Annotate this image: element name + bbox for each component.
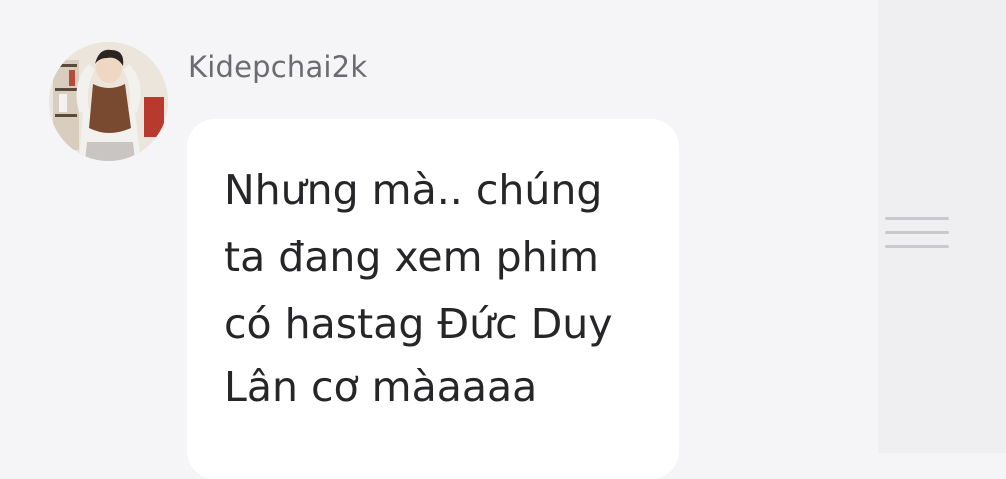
message-text-line: Nhưng mà.. chúng <box>224 166 603 214</box>
message-text-line: có hastag Đức Duy <box>224 300 613 348</box>
sender-name: Kidepchai2k <box>188 50 368 84</box>
message-text-line: ta đang xem phim <box>224 233 599 281</box>
message-text-line: Lân cơ màaaaa <box>224 363 538 411</box>
menu-bar <box>885 217 949 220</box>
menu-handle-icon[interactable] <box>885 214 949 252</box>
menu-bar <box>885 231 949 234</box>
sender-avatar[interactable] <box>49 42 168 161</box>
menu-bar <box>885 245 949 248</box>
avatar-photo <box>49 42 168 161</box>
